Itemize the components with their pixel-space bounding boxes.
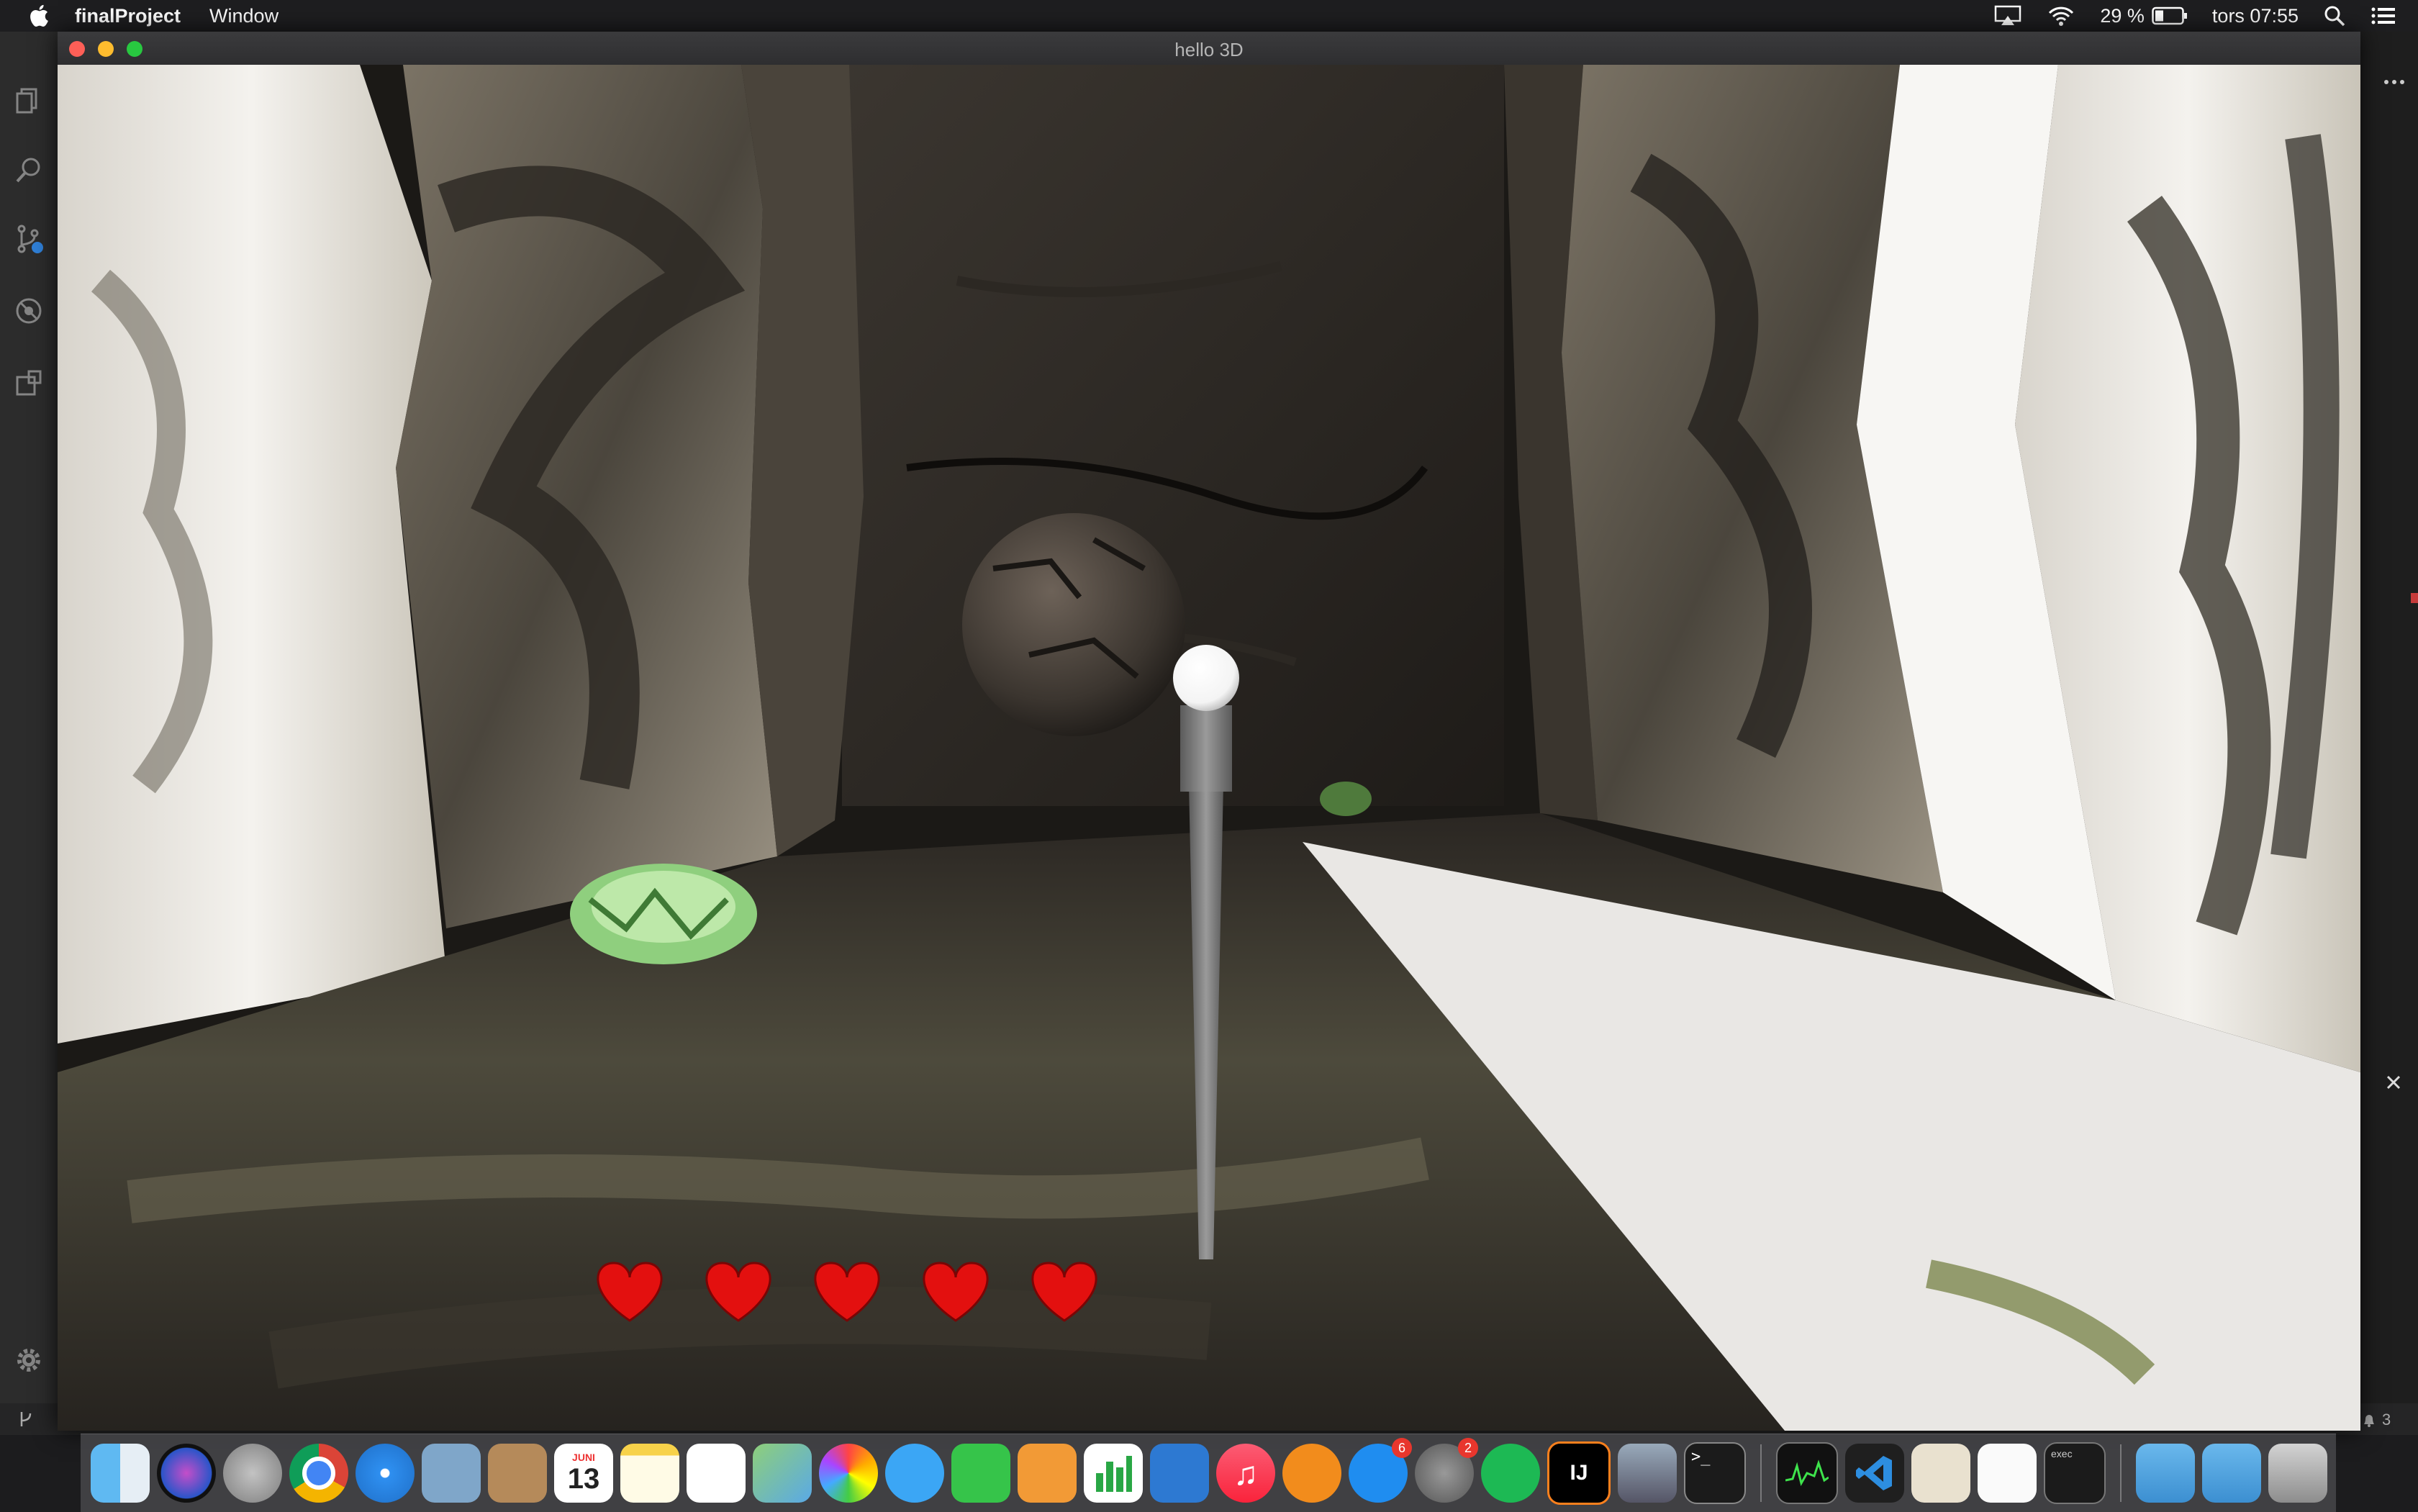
preview-icon[interactable] <box>1618 1444 1677 1503</box>
window-title: hello 3D <box>1174 39 1244 60</box>
battery-icon <box>2152 6 2187 25</box>
exec-label: exec <box>2051 1448 2073 1459</box>
calendar-day: 13 <box>567 1462 600 1495</box>
music-note-icon: ♫ <box>1233 1454 1259 1492</box>
menu-bar: finalProject Window 29 % tors 07:55 <box>0 0 2418 32</box>
mail-eagle-icon[interactable] <box>422 1444 481 1503</box>
notifications-status[interactable]: 3 <box>2362 1411 2391 1429</box>
keynote-icon[interactable] <box>1018 1444 1077 1503</box>
activity-monitor-icon[interactable] <box>1776 1442 1838 1504</box>
game-scene <box>58 65 2360 1431</box>
activity-graph-icon <box>1785 1459 1829 1486</box>
spotify-icon[interactable] <box>1481 1444 1540 1503</box>
rock-sphere <box>962 513 1185 736</box>
launchpad-icon[interactable] <box>223 1444 282 1503</box>
music-icon[interactable]: ♫ <box>1216 1444 1275 1503</box>
apple-icon[interactable] <box>27 3 53 29</box>
search-icon[interactable] <box>13 154 45 186</box>
left-wall-near <box>58 65 446 1044</box>
game-window: hello 3D <box>58 32 2360 1431</box>
bush-near <box>570 864 757 964</box>
dock-separator <box>1760 1444 1762 1502</box>
calendar-icon[interactable]: JUNI 13 <box>554 1444 613 1503</box>
settings-gear-icon[interactable] <box>13 1344 45 1376</box>
app-store-badge: 6 <box>1392 1438 1412 1458</box>
contacts-icon[interactable] <box>488 1444 547 1503</box>
siri-icon[interactable] <box>157 1444 216 1503</box>
window-titlebar[interactable]: hello 3D <box>58 32 2360 65</box>
trash-icon[interactable] <box>2268 1444 2327 1503</box>
back-wall <box>842 65 1504 806</box>
editor-activity-bar <box>0 32 58 1435</box>
maps-icon[interactable] <box>753 1444 812 1503</box>
debug-icon[interactable] <box>13 295 45 327</box>
bell-icon <box>2364 1415 2374 1427</box>
explorer-icon[interactable] <box>13 85 45 117</box>
app-store-icon[interactable]: 6 <box>1349 1438 1412 1503</box>
terminal-prompt: >_ <box>1691 1448 1711 1466</box>
calendar-month: JUNI <box>572 1451 595 1463</box>
notes-icon[interactable] <box>620 1444 679 1503</box>
spotlight-search-icon[interactable] <box>2323 4 2346 27</box>
documents-folder-icon[interactable] <box>2202 1444 2261 1503</box>
extensions-icon[interactable] <box>13 367 45 399</box>
dock: JUNI 13 ♫ 6 2 IJ >_ exec <box>81 1434 2336 1512</box>
minimap-error-marker <box>2411 593 2418 603</box>
bush-far <box>1320 782 1372 816</box>
editor-minimap <box>2360 32 2418 1435</box>
system-preferences-icon[interactable]: 2 <box>1415 1438 1478 1503</box>
airplay-icon[interactable] <box>1993 5 2022 27</box>
facetime-icon[interactable] <box>951 1444 1010 1503</box>
notification-center-icon[interactable] <box>2371 5 2396 27</box>
numbers-icon[interactable] <box>1084 1444 1143 1503</box>
exec-file-icon[interactable]: exec <box>2044 1442 2106 1504</box>
game-viewport[interactable] <box>58 65 2360 1431</box>
intellij-icon[interactable]: IJ <box>1547 1441 1611 1505</box>
safari-icon[interactable] <box>356 1444 415 1503</box>
textedit-icon[interactable] <box>1978 1444 2037 1503</box>
books-icon[interactable] <box>1282 1444 1341 1503</box>
menu-window[interactable]: Window <box>209 5 279 27</box>
downloads-folder-icon[interactable] <box>2136 1444 2195 1503</box>
wifi-icon[interactable] <box>2047 5 2075 27</box>
chrome-icon[interactable] <box>289 1444 348 1503</box>
battery-percent: 29 % <box>2100 4 2145 27</box>
reminders-icon[interactable] <box>687 1444 746 1503</box>
dock-separator <box>2120 1444 2122 1502</box>
menu-app-name[interactable]: finalProject <box>75 5 181 27</box>
document-icon[interactable] <box>1911 1444 1970 1503</box>
finder-icon[interactable] <box>91 1444 150 1503</box>
close-panel-icon[interactable] <box>2385 1074 2402 1091</box>
vscode-logo-icon <box>1856 1456 1892 1490</box>
source-control-icon[interactable] <box>13 223 45 255</box>
photos-icon[interactable] <box>819 1444 878 1503</box>
system-prefs-badge: 2 <box>1458 1438 1478 1458</box>
keynote-presentation-icon[interactable] <box>1150 1444 1209 1503</box>
battery-status[interactable]: 29 % <box>2100 5 2188 27</box>
branch-icon[interactable] <box>17 1411 35 1428</box>
menu-clock[interactable]: tors 07:55 <box>2212 5 2299 27</box>
terminal-icon[interactable]: >_ <box>1684 1442 1746 1504</box>
notification-count: 3 <box>2382 1411 2391 1429</box>
messages-icon[interactable] <box>885 1444 944 1503</box>
vscode-icon[interactable] <box>1845 1444 1904 1503</box>
more-actions-icon[interactable] <box>2383 78 2405 86</box>
bar-chart-icon <box>1096 1456 1132 1492</box>
